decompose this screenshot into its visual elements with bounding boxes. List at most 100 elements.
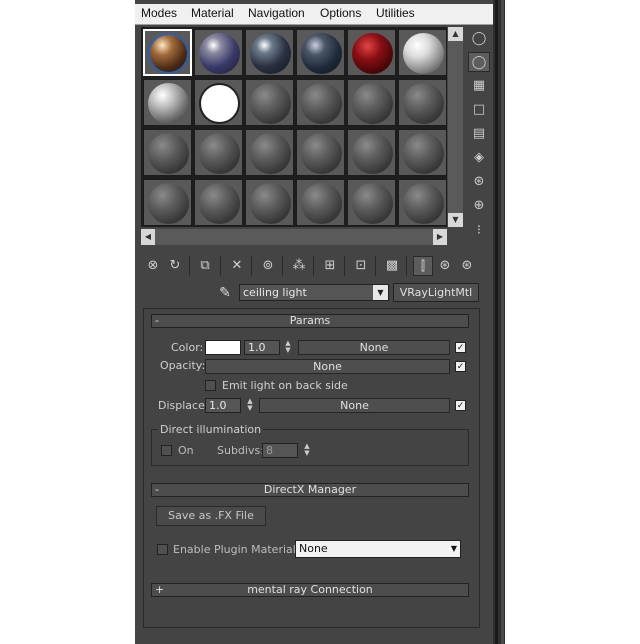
mental-ray-rollout-header[interactable]: + mental ray Connection	[151, 583, 469, 597]
sample-slot[interactable]	[194, 79, 243, 126]
sample-slot[interactable]	[398, 79, 447, 126]
edge-strip	[501, 0, 504, 644]
displace-value-input[interactable]: 1.0	[205, 398, 241, 413]
eyedropper-icon[interactable]: ✎	[215, 283, 235, 303]
material-map-navigator-icon[interactable]: ⁝	[468, 221, 490, 241]
show-end-result-icon[interactable]: ⫿	[413, 256, 433, 276]
sample-slot[interactable]	[194, 29, 243, 76]
subdivs-label: Subdivs:	[217, 444, 264, 457]
slot-vertical-scrollbar[interactable]: ▲ ▼	[448, 27, 463, 227]
make-material-copy-icon[interactable]: ⊚	[258, 256, 278, 276]
backlight-icon[interactable]: ◯	[468, 52, 490, 72]
material-sphere-preview	[352, 133, 393, 174]
sample-slot[interactable]	[398, 129, 447, 176]
video-color-check-icon[interactable]: ▤	[468, 124, 490, 144]
sample-slot[interactable]	[245, 179, 294, 226]
scroll-up-arrow-icon[interactable]: ▲	[448, 27, 463, 41]
sample-slot[interactable]	[143, 79, 192, 126]
sample-slot[interactable]	[398, 29, 447, 76]
sample-slot[interactable]	[296, 29, 345, 76]
color-map-button[interactable]: None	[298, 340, 450, 355]
direct-illumination-label: Direct illumination	[158, 423, 264, 436]
emit-back-side-checkbox[interactable]	[205, 380, 216, 391]
toolbar-divider	[406, 256, 407, 276]
go-forward-to-sibling-icon[interactable]: ⊛	[457, 256, 477, 276]
color-multiplier-input[interactable]: 1.0	[244, 340, 280, 355]
material-effects-channel-icon[interactable]: ⊡	[351, 256, 371, 276]
directx-rollout-title: DirectX Manager	[263, 483, 357, 496]
menu-modes[interactable]: Modes	[141, 6, 177, 20]
go-to-parent-icon[interactable]: ⊛	[435, 256, 455, 276]
scroll-right-arrow-icon[interactable]: ▶	[433, 229, 447, 245]
material-sphere-preview	[352, 83, 393, 124]
sample-slot[interactable]	[296, 79, 345, 126]
displace-map-button[interactable]: None	[259, 398, 450, 413]
put-to-library-icon[interactable]: ⊞	[320, 256, 340, 276]
make-unique-icon[interactable]: ⁂	[289, 256, 309, 276]
background-edge	[493, 0, 505, 644]
make-preview-icon[interactable]: ◈	[468, 148, 490, 168]
sample-slot[interactable]	[245, 29, 294, 76]
get-material-icon[interactable]: ⊗	[143, 256, 163, 276]
enable-plugin-checkbox[interactable]	[157, 544, 168, 555]
reset-map-icon[interactable]: ✕	[227, 256, 247, 276]
scroll-down-arrow-icon[interactable]: ▼	[448, 213, 463, 227]
scroll-left-arrow-icon[interactable]: ◀	[141, 229, 155, 245]
assign-material-to-selection-icon[interactable]: ⧉	[195, 256, 215, 276]
color-multiplier-spinner-icon[interactable]: ▲ ▼	[283, 340, 293, 355]
sample-type-sphere-icon[interactable]: ◯	[468, 29, 490, 49]
sample-slot[interactable]	[143, 179, 192, 226]
menu-utilities[interactable]: Utilities	[376, 6, 415, 20]
material-sphere-preview	[148, 83, 189, 124]
sample-slot[interactable]	[296, 129, 345, 176]
chevron-down-icon[interactable]: ▼	[373, 285, 388, 300]
color-map-checkbox[interactable]: ✓	[455, 342, 466, 353]
opacity-map-checkbox[interactable]: ✓	[455, 361, 466, 372]
put-material-to-scene-icon[interactable]: ↻	[165, 256, 185, 276]
subdivs-input[interactable]: 8	[262, 443, 298, 458]
sample-slot[interactable]	[398, 179, 447, 226]
subdivs-spinner-icon[interactable]: ▲ ▼	[302, 443, 312, 458]
sample-slot[interactable]	[347, 129, 396, 176]
displace-map-checkbox[interactable]: ✓	[455, 400, 466, 411]
sample-slot[interactable]	[296, 179, 345, 226]
save-fx-file-button[interactable]: Save as .FX File	[156, 506, 266, 526]
sample-slot[interactable]	[245, 79, 294, 126]
opacity-map-button[interactable]: None	[205, 359, 450, 374]
material-type-button[interactable]: VRayLightMtl	[393, 283, 479, 302]
options-icon[interactable]: ⊛	[468, 172, 490, 192]
material-name-field[interactable]: ceiling light ▼	[239, 284, 389, 301]
checker-background-icon[interactable]: ▦	[468, 76, 490, 96]
sample-slot[interactable]	[347, 29, 396, 76]
sample-slot[interactable]	[194, 179, 243, 226]
directx-rollout-header[interactable]: - DirectX Manager	[151, 483, 469, 497]
select-by-material-icon[interactable]: ⊕	[468, 196, 490, 216]
color-swatch[interactable]	[205, 340, 241, 355]
toolbar-divider	[313, 256, 314, 276]
direct-on-checkbox[interactable]	[161, 445, 172, 456]
material-sphere-preview	[301, 33, 342, 74]
sample-slot[interactable]	[347, 179, 396, 226]
displace-spinner-icon[interactable]: ▲ ▼	[245, 398, 255, 413]
menu-material[interactable]: Material	[191, 6, 234, 20]
sample-slot[interactable]	[245, 129, 294, 176]
sample-slot[interactable]	[194, 129, 243, 176]
opacity-label: Opacity:	[160, 359, 206, 372]
menu-navigation[interactable]: Navigation	[248, 6, 305, 20]
show-map-in-viewport-icon[interactable]: ▩	[382, 256, 402, 276]
material-sphere-preview	[301, 83, 342, 124]
sample-slot[interactable]	[143, 29, 192, 76]
chevron-down-icon: ▼	[450, 544, 457, 553]
toolbar-divider	[220, 256, 221, 276]
toolbar-divider	[375, 256, 376, 276]
menu-options[interactable]: Options	[320, 6, 361, 20]
collapse-icon: -	[155, 314, 159, 327]
sample-slot[interactable]	[143, 129, 192, 176]
params-rollout-header[interactable]: - Params	[151, 314, 469, 328]
plugin-material-select[interactable]: None ▼	[295, 540, 461, 558]
sample-slot[interactable]	[347, 79, 396, 126]
material-sphere-preview	[403, 183, 444, 224]
sample-uv-tiling-icon[interactable]: □	[468, 100, 490, 120]
slot-horizontal-scrollbar[interactable]: ◀ ▶	[141, 229, 447, 245]
material-sphere-preview	[301, 183, 342, 224]
